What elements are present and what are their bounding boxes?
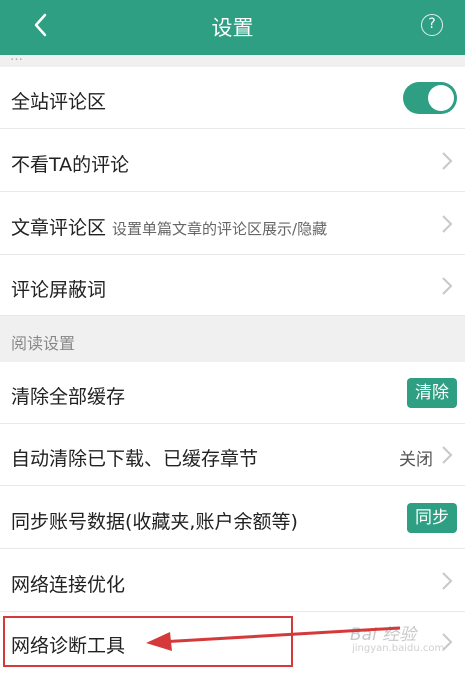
row-label: 不看TA的评论 bbox=[11, 154, 130, 176]
watermark-url: jingyan.baidu.com bbox=[352, 643, 445, 654]
row-network-optimize[interactable]: 网络连接优化 bbox=[0, 549, 465, 612]
partial-row: … bbox=[0, 49, 465, 67]
row-label: 清除全部缓存 bbox=[11, 386, 126, 408]
chevron-right-icon bbox=[442, 215, 453, 233]
row-comment-block-words[interactable]: 评论屏蔽词 bbox=[0, 255, 465, 316]
row-title: 文章评论区 bbox=[11, 217, 107, 239]
question-circle-icon[interactable]: ? bbox=[421, 14, 443, 36]
row-auto-clear[interactable]: 自动清除已下载、已缓存章节 关闭 bbox=[0, 424, 465, 486]
section-header-reading: 阅读设置 bbox=[0, 316, 465, 362]
annotation-highlight-box bbox=[3, 616, 293, 667]
section-title: 阅读设置 bbox=[11, 334, 76, 353]
row-label: 文章评论区 设置单篇文章的评论区展示/隐藏 bbox=[11, 213, 327, 240]
row-site-comments[interactable]: 全站评论区 bbox=[0, 67, 465, 129]
row-label: 网络连接优化 bbox=[11, 574, 126, 596]
page-title: 设置 bbox=[211, 16, 254, 40]
row-hide-ta-comments[interactable]: 不看TA的评论 bbox=[0, 129, 465, 192]
row-label: 全站评论区 bbox=[11, 91, 107, 113]
row-value: 关闭 bbox=[399, 450, 433, 470]
row-article-comments[interactable]: 文章评论区 设置单篇文章的评论区展示/隐藏 bbox=[0, 192, 465, 255]
chevron-right-icon bbox=[442, 277, 453, 295]
toggle-knob bbox=[428, 85, 454, 111]
chevron-right-icon bbox=[442, 152, 453, 170]
row-label: 同步账号数据(收藏夹,账户余额等) bbox=[11, 511, 298, 533]
chevron-right-icon bbox=[442, 446, 453, 464]
row-subtitle: 设置单篇文章的评论区展示/隐藏 bbox=[112, 220, 328, 238]
row-label: 评论屏蔽词 bbox=[11, 279, 107, 301]
sync-button[interactable]: 同步 bbox=[407, 503, 457, 533]
app-header: 设置 ? bbox=[0, 0, 465, 55]
clear-button[interactable]: 清除 bbox=[407, 378, 457, 408]
partial-row-label: … bbox=[10, 49, 23, 64]
row-label: 自动清除已下载、已缓存章节 bbox=[11, 448, 259, 470]
row-sync-account[interactable]: 同步账号数据(收藏夹,账户余额等) 同步 bbox=[0, 486, 465, 549]
site-comments-toggle[interactable] bbox=[403, 82, 457, 114]
watermark: Bai 经验 bbox=[350, 625, 417, 645]
row-clear-cache[interactable]: 清除全部缓存 清除 bbox=[0, 362, 465, 424]
chevron-right-icon bbox=[442, 572, 453, 590]
